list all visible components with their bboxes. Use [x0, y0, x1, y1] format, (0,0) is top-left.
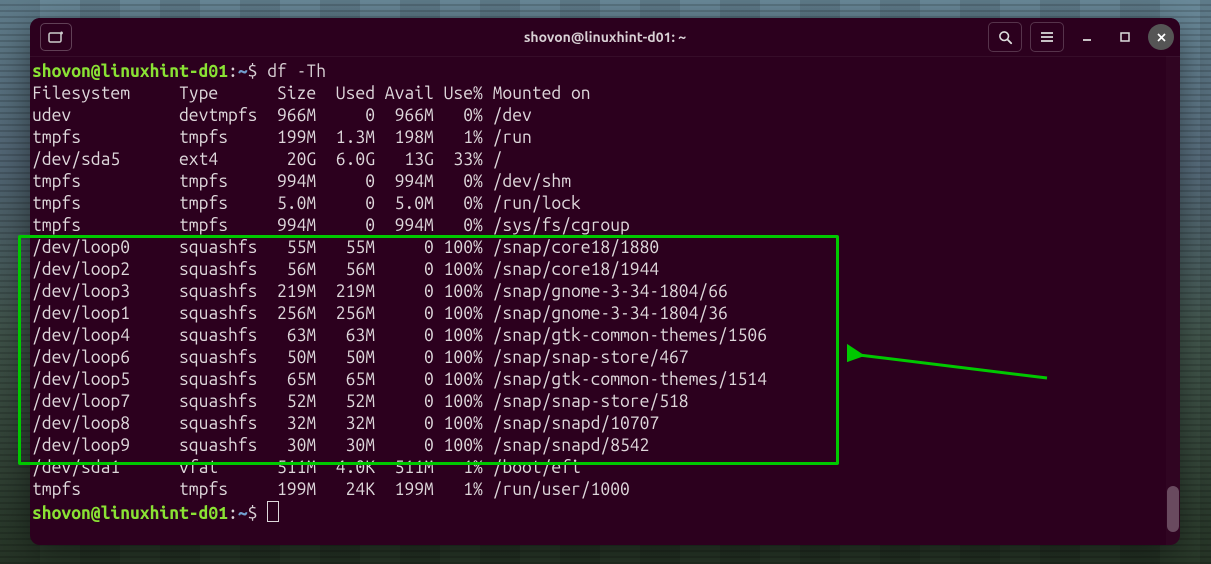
terminal-window: shovon@linuxhint-d01: ~ [30, 18, 1180, 545]
command-text: df -Th [267, 62, 326, 81]
output-row: tmpfs tmpfs 994M 0 994M 0% /sys/fs/cgrou… [32, 215, 1178, 237]
cursor [267, 501, 279, 522]
output-row: /dev/loop6 squashfs 50M 50M 0 100% /snap… [32, 347, 1178, 369]
prompt-line: shovon@linuxhint-d01:~$ [32, 501, 1178, 525]
minimize-icon [1081, 31, 1093, 43]
output-row: tmpfs tmpfs 199M 24K 199M 1% /run/user/1… [32, 479, 1178, 501]
new-tab-button[interactable] [40, 23, 72, 51]
maximize-button[interactable] [1110, 23, 1140, 51]
output-row: udev devtmpfs 966M 0 966M 0% /dev [32, 105, 1178, 127]
output-row: /dev/loop9 squashfs 30M 30M 0 100% /snap… [32, 435, 1178, 457]
menu-button[interactable] [1030, 22, 1064, 52]
output-row: /dev/loop8 squashfs 32M 32M 0 100% /snap… [32, 413, 1178, 435]
output-row: /dev/loop3 squashfs 219M 219M 0 100% /sn… [32, 281, 1178, 303]
close-button[interactable] [1148, 24, 1174, 50]
search-button[interactable] [988, 22, 1022, 52]
minimize-button[interactable] [1072, 23, 1102, 51]
output-row: /dev/loop2 squashfs 56M 56M 0 100% /snap… [32, 259, 1178, 281]
maximize-icon [1119, 31, 1131, 43]
output-row: tmpfs tmpfs 199M 1.3M 198M 1% /run [32, 127, 1178, 149]
search-icon [998, 30, 1013, 45]
output-row: /dev/sda1 vfat 511M 4.0K 511M 1% /boot/e… [32, 457, 1178, 479]
titlebar[interactable]: shovon@linuxhint-d01: ~ [30, 18, 1180, 57]
output-row: tmpfs tmpfs 994M 0 994M 0% /dev/shm [32, 171, 1178, 193]
output-row: /dev/loop4 squashfs 63M 63M 0 100% /snap… [32, 325, 1178, 347]
hamburger-icon [1040, 31, 1054, 43]
new-tab-icon [48, 30, 64, 44]
output-row: /dev/loop1 squashfs 256M 256M 0 100% /sn… [32, 303, 1178, 325]
close-icon [1156, 32, 1167, 43]
output-row: tmpfs tmpfs 5.0M 0 5.0M 0% /run/lock [32, 193, 1178, 215]
output-header: Filesystem Type Size Used Avail Use% Mou… [32, 83, 1178, 105]
scrollbar-thumb[interactable] [1167, 486, 1179, 532]
output-row: /dev/loop7 squashfs 52M 52M 0 100% /snap… [32, 391, 1178, 413]
output-row: /dev/loop0 squashfs 55M 55M 0 100% /snap… [32, 237, 1178, 259]
terminal-body[interactable]: shovon@linuxhint-d01:~$ df -ThFilesystem… [30, 57, 1180, 527]
scrollbar-track[interactable] [1166, 56, 1180, 545]
output-row: /dev/sda5 ext4 20G 6.0G 13G 33% / [32, 149, 1178, 171]
prompt-line: shovon@linuxhint-d01:~$ df -Th [32, 61, 1178, 83]
output-row: /dev/loop5 squashfs 65M 65M 0 100% /snap… [32, 369, 1178, 391]
